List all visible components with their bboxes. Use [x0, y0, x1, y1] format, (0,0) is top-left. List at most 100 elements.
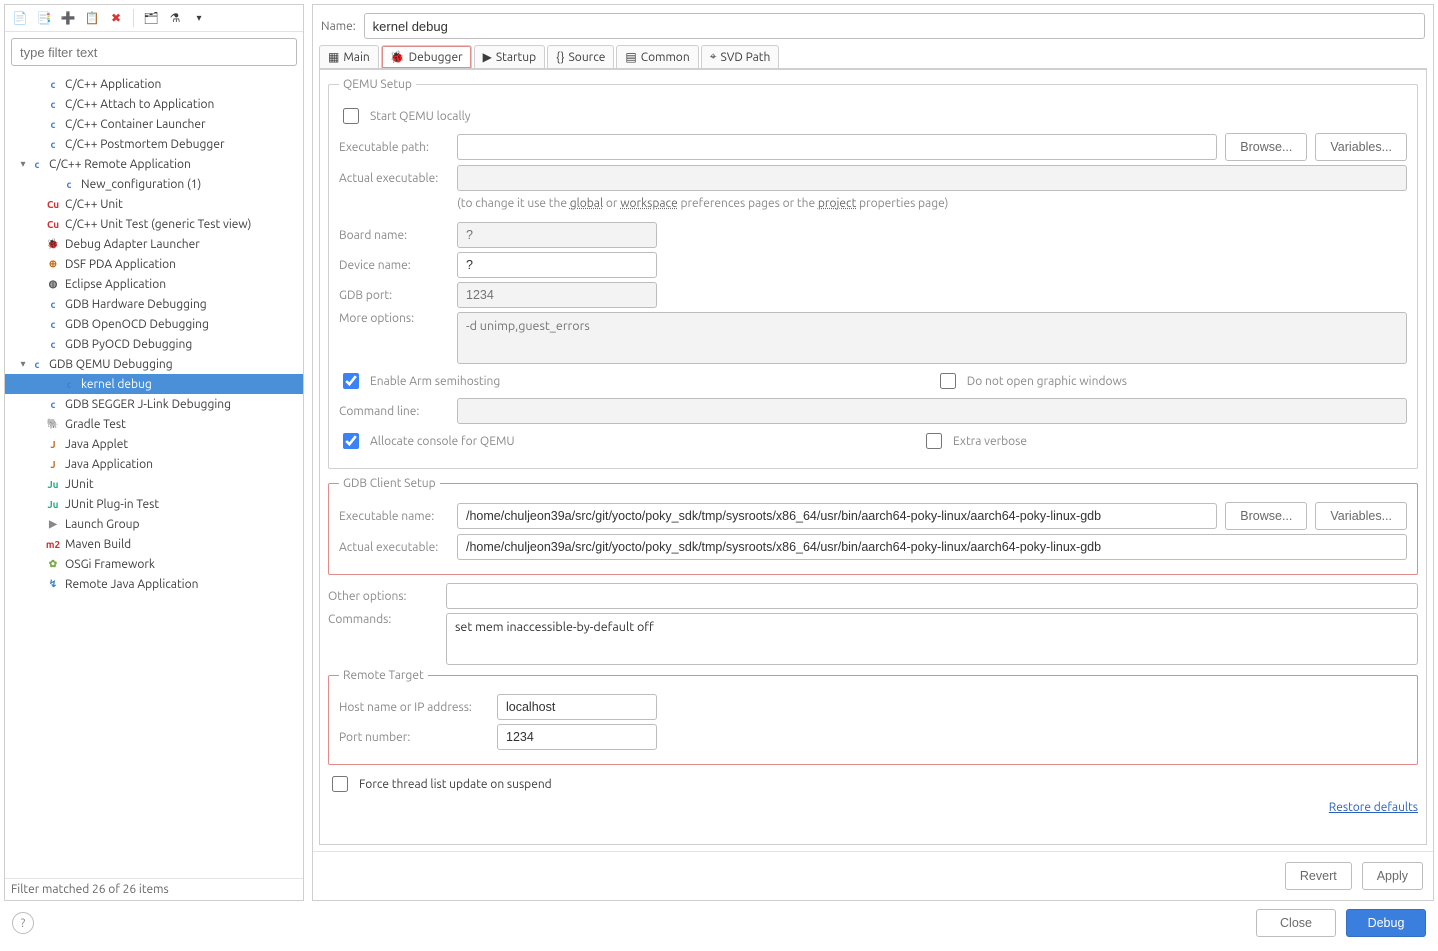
- gdb-exec-input[interactable]: [457, 503, 1217, 529]
- filter-input[interactable]: [11, 38, 297, 66]
- tree-item[interactable]: m2Maven Build: [5, 534, 303, 554]
- device-name-label: Device name:: [339, 259, 449, 272]
- export-config-icon[interactable]: ➕: [59, 9, 77, 27]
- tree-status: Filter matched 26 of 26 items: [5, 878, 303, 900]
- tree-item[interactable]: 🐞Debug Adapter Launcher: [5, 234, 303, 254]
- gdb-port-label: GDB port:: [339, 289, 449, 302]
- tab-common[interactable]: ▤Common: [616, 45, 698, 68]
- tree-item[interactable]: cC/C++ Application: [5, 74, 303, 94]
- global-link[interactable]: global: [570, 197, 603, 210]
- alloc-console-checkbox[interactable]: [343, 433, 359, 449]
- tree-item-label: Eclipse Application: [65, 278, 166, 291]
- actual-exec-label: Actual executable:: [339, 172, 449, 185]
- tree-item[interactable]: cGDB Hardware Debugging: [5, 294, 303, 314]
- gdb-actual-input[interactable]: [457, 534, 1407, 560]
- tree-item[interactable]: JJava Applet: [5, 434, 303, 454]
- tree-item[interactable]: ▾cC/C++ Remote Application: [5, 154, 303, 174]
- new-config-icon[interactable]: 📄: [11, 9, 29, 27]
- tab-icon: ▶: [483, 50, 492, 64]
- filter-menu-icon[interactable]: ⚗: [166, 9, 184, 27]
- nographic-checkbox[interactable]: [940, 373, 956, 389]
- tab-label: Main: [343, 51, 369, 64]
- project-link[interactable]: project: [818, 197, 856, 210]
- start-qemu-locally-label: Start QEMU locally: [370, 110, 471, 123]
- name-label: Name:: [321, 20, 356, 33]
- gdb-variables-button[interactable]: Variables...: [1315, 502, 1407, 530]
- tree-item[interactable]: cNew_configuration (1): [5, 174, 303, 194]
- tree-item-label: Gradle Test: [65, 418, 126, 431]
- filter-dropdown-icon[interactable]: ▾: [190, 9, 208, 27]
- tree-item[interactable]: ▶Launch Group: [5, 514, 303, 534]
- gdb-browse-button[interactable]: Browse...: [1225, 502, 1307, 530]
- force-thread-checkbox[interactable]: [332, 776, 348, 792]
- exec-variables-button[interactable]: Variables...: [1315, 133, 1407, 161]
- tree-item-icon: J: [45, 436, 61, 452]
- help-icon[interactable]: ?: [12, 912, 34, 934]
- nographic-label: Do not open graphic windows: [967, 375, 1127, 388]
- tree-item[interactable]: JJava Application: [5, 454, 303, 474]
- tree-item[interactable]: 🐘Gradle Test: [5, 414, 303, 434]
- debug-button[interactable]: Debug: [1346, 909, 1426, 937]
- tree-item-label: C/C++ Postmortem Debugger: [65, 138, 225, 151]
- tree-item-label: Remote Java Application: [65, 578, 198, 591]
- tree-item[interactable]: ✿OSGi Framework: [5, 554, 303, 574]
- tab-main[interactable]: ▦Main: [319, 45, 379, 68]
- revert-button[interactable]: Revert: [1285, 862, 1352, 890]
- apply-button[interactable]: Apply: [1362, 862, 1423, 890]
- config-tree[interactable]: cC/C++ ApplicationcC/C++ Attach to Appli…: [5, 72, 303, 878]
- tree-item[interactable]: ↯ Remote Java Application: [5, 574, 303, 594]
- tree-item[interactable]: cGDB OpenOCD Debugging: [5, 314, 303, 334]
- tree-item-label: C/C++ Unit Test (generic Test view): [65, 218, 251, 231]
- tree-item[interactable]: JuJUnit Plug-in Test: [5, 494, 303, 514]
- tab-svd-path[interactable]: ⌖SVD Path: [701, 45, 780, 68]
- tree-item[interactable]: c C/C++ Postmortem Debugger: [5, 134, 303, 154]
- tree-item[interactable]: ◍Eclipse Application: [5, 274, 303, 294]
- tree-item[interactable]: cC/C++ Container Launcher: [5, 114, 303, 134]
- tree-item[interactable]: Cu C/C++ Unit Test (generic Test view): [5, 214, 303, 234]
- tree-item-icon: c: [45, 396, 61, 412]
- paste-config-icon[interactable]: 📋: [83, 9, 101, 27]
- exec-hint: (to change it use the global or workspac…: [457, 197, 1407, 210]
- tree-item-label: C/C++ Attach to Application: [65, 98, 214, 111]
- port-input[interactable]: [497, 724, 657, 750]
- tab-source[interactable]: {}Source: [547, 45, 614, 68]
- collapse-all-icon[interactable]: 🗂: [142, 9, 160, 27]
- semihosting-checkbox[interactable]: [343, 373, 359, 389]
- exec-path-input[interactable]: [457, 134, 1217, 160]
- workspace-link[interactable]: workspace: [620, 197, 678, 210]
- tab-label: Startup: [496, 51, 536, 64]
- tree-item-icon: Cu: [45, 216, 61, 232]
- tree-item[interactable]: ckernel debug: [5, 374, 303, 394]
- extra-verbose-checkbox[interactable]: [926, 433, 942, 449]
- other-options-input[interactable]: [446, 583, 1418, 609]
- restore-defaults-link[interactable]: Restore defaults: [1329, 801, 1418, 814]
- close-button[interactable]: Close: [1256, 909, 1336, 937]
- delete-config-icon[interactable]: ✖: [107, 9, 125, 27]
- tree-item[interactable]: ⊕DSF PDA Application: [5, 254, 303, 274]
- duplicate-config-icon[interactable]: 📑: [35, 9, 53, 27]
- tree-item[interactable]: CuC/C++ Unit: [5, 194, 303, 214]
- twisty-icon[interactable]: ▾: [17, 358, 29, 370]
- tree-item[interactable]: cGDB SEGGER J-Link Debugging: [5, 394, 303, 414]
- device-name-input[interactable]: [457, 252, 657, 278]
- commands-input[interactable]: set mem inaccessible-by-default off: [446, 613, 1418, 665]
- tree-item-icon: c: [45, 136, 61, 152]
- tree-item-label: JUnit Plug-in Test: [65, 498, 159, 511]
- host-input[interactable]: [497, 694, 657, 720]
- tab-startup[interactable]: ▶ Startup: [474, 45, 546, 68]
- commands-label: Commands:: [328, 613, 438, 626]
- tree-item-label: GDB Hardware Debugging: [65, 298, 207, 311]
- config-name-input[interactable]: [364, 13, 1425, 39]
- twisty-icon[interactable]: ▾: [17, 158, 29, 170]
- tab-label: Debugger: [409, 51, 463, 64]
- exec-browse-button[interactable]: Browse...: [1225, 133, 1307, 161]
- tree-item-label: Java Application: [65, 458, 153, 471]
- tree-item[interactable]: cC/C++ Attach to Application: [5, 94, 303, 114]
- tree-item[interactable]: cGDB PyOCD Debugging: [5, 334, 303, 354]
- start-qemu-locally-checkbox[interactable]: [343, 108, 359, 124]
- tab-debugger[interactable]: 🐞Debugger: [381, 45, 472, 68]
- tree-item[interactable]: JuJUnit: [5, 474, 303, 494]
- tree-item[interactable]: ▾cGDB QEMU Debugging: [5, 354, 303, 374]
- tree-item-icon: ↯: [45, 576, 61, 592]
- tab-icon: ▤: [625, 50, 636, 64]
